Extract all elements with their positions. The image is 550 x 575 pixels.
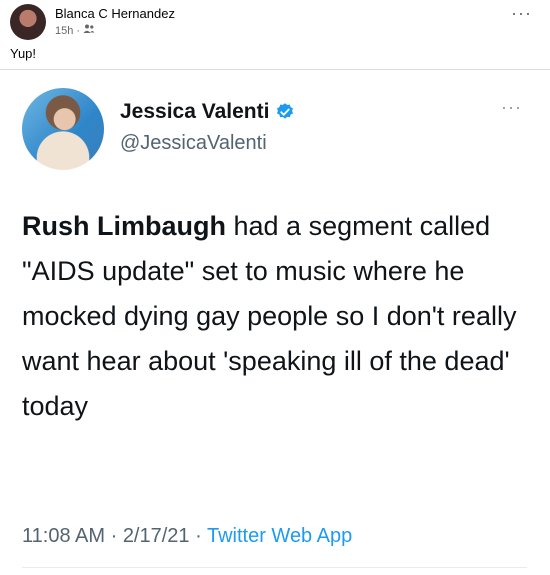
footer-separator: · [105,525,123,547]
tweet-footer: 11:08 AM · 2/17/21 · Twitter Web App [22,525,352,548]
separator: · [76,24,81,37]
post-subline: 15h · [55,24,175,37]
tweet-text-bold: Rush Limbaugh [22,211,226,241]
tweet-time: 11:08 AM [22,525,106,547]
tweet-avatar [22,88,104,170]
tweet-date: 2/17/21 [122,525,190,547]
tweet-text-body: had a segment called "AIDS update" set t… [22,211,517,421]
author-avatar[interactable] [10,4,46,40]
tweet-divider [22,567,527,568]
post-header: Blanca C Hernandez 15h · [10,4,175,40]
tweet-screenshot[interactable]: Jessica Valenti @JessicaValenti ··· Rush… [0,70,550,575]
tweet-more-icon: ··· [501,97,522,117]
tweet-display-name: Jessica Valenti [120,100,270,123]
tweet-text: Rush Limbaugh had a segment called "AIDS… [22,204,527,429]
tweet-source: Twitter Web App [206,525,353,547]
author-name[interactable]: Blanca C Hernandez [55,6,175,21]
post-meta: Blanca C Hernandez 15h · [55,6,175,37]
post-time[interactable]: 15h [55,25,73,37]
friends-icon [83,24,95,37]
more-options-icon[interactable]: ··· [511,4,532,22]
verified-badge-icon [275,102,295,122]
tweet-display-name-row: Jessica Valenti [120,100,295,124]
footer-separator: · [189,525,207,547]
post-caption: Yup! [10,46,37,61]
tweet-handle: @JessicaValenti [120,132,267,154]
